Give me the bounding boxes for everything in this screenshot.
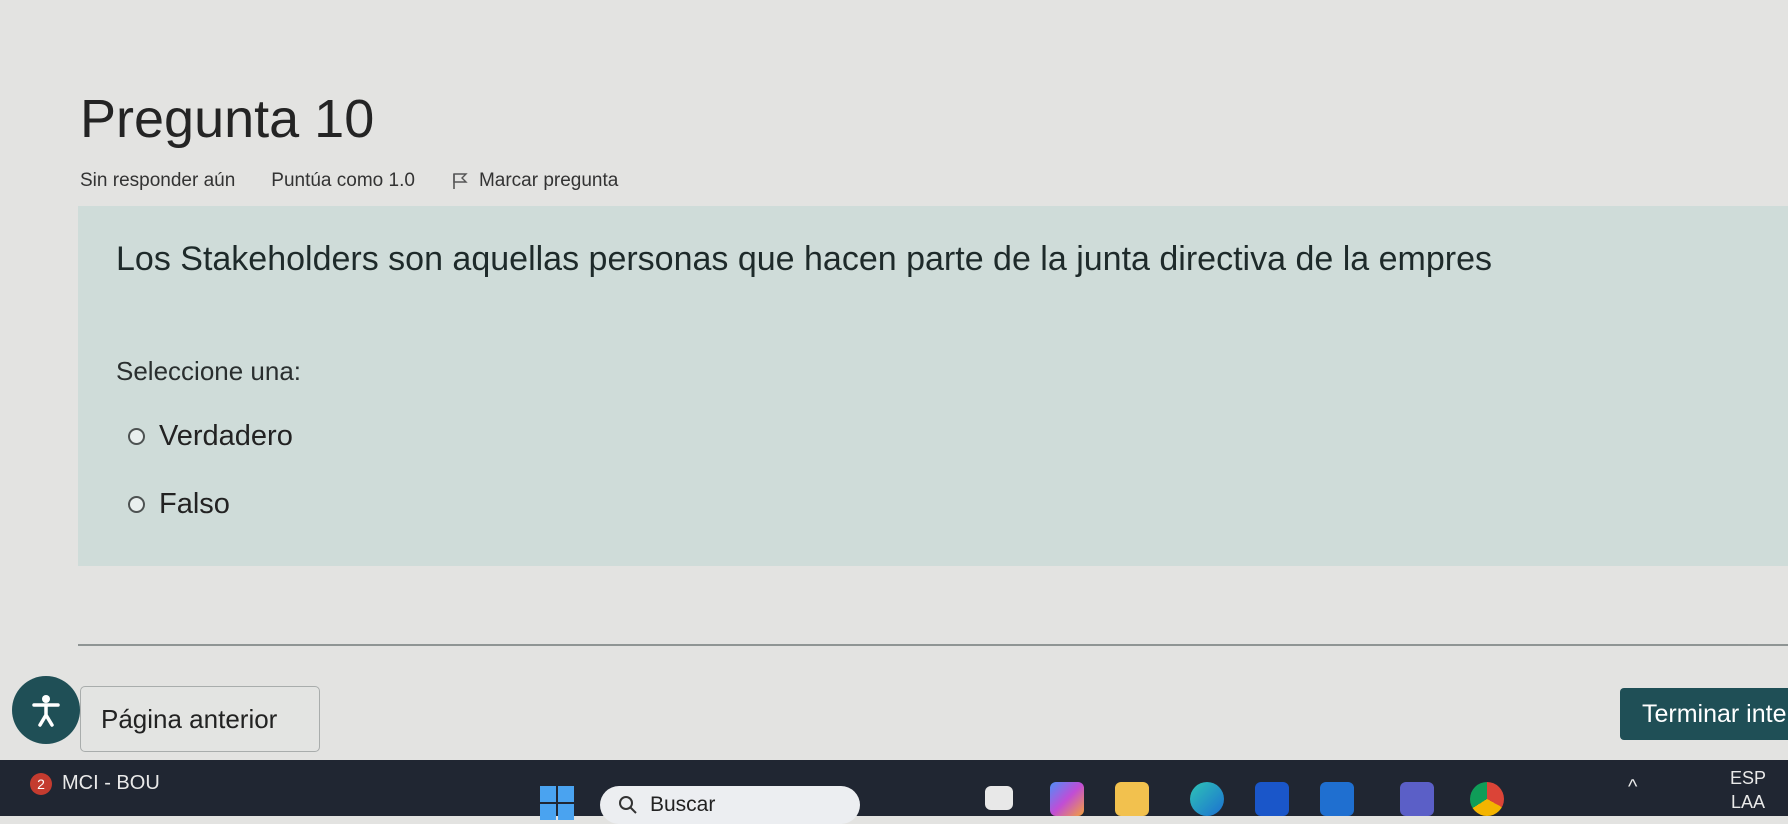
divider (78, 644, 1788, 646)
question-box: Los Stakeholders son aquellas personas q… (78, 206, 1788, 566)
taskbar-search[interactable]: Buscar (600, 786, 860, 824)
radio-falso[interactable] (128, 496, 145, 513)
option-falso-label: Falso (159, 488, 230, 520)
search-placeholder: Buscar (650, 793, 716, 816)
answer-prompt: Seleccione una: (116, 356, 302, 386)
question-text: Los Stakeholders son aquellas personas q… (116, 240, 1492, 278)
myhp-icon[interactable] (1255, 782, 1289, 816)
question-title: Pregunta 10 (80, 89, 375, 149)
taskbar: 2 MCI - BOU Buscar ^ ESP LAA (0, 760, 1788, 824)
flag-question-label: Marcar pregunta (478, 170, 619, 191)
region-code: LAA (1730, 792, 1765, 812)
option-falso[interactable]: Falso (128, 488, 230, 521)
language-code: ESP (1729, 768, 1766, 788)
file-explorer-icon[interactable] (1115, 782, 1149, 816)
radio-verdadero[interactable] (128, 428, 145, 445)
taskbar-widget[interactable]: 2 MCI - BOU (30, 772, 160, 795)
finish-attempt-button[interactable]: Terminar inten (1620, 688, 1788, 740)
teams-icon[interactable] (1400, 782, 1434, 816)
accessibility-button[interactable] (12, 676, 80, 744)
option-verdadero[interactable]: Verdadero (128, 420, 293, 453)
previous-page-button[interactable]: Página anterior (80, 686, 320, 752)
language-indicator[interactable]: ESP LAA (1730, 766, 1766, 814)
notification-badge: 2 (30, 772, 52, 795)
search-icon (619, 796, 637, 814)
question-score: Puntúa como 1.0 (271, 170, 415, 191)
edge-icon[interactable] (1190, 782, 1224, 816)
windows-start-icon[interactable] (540, 786, 574, 820)
flag-icon (453, 173, 468, 189)
accessibility-icon (32, 695, 60, 727)
question-info: Sin responder aún Puntúa como 1.0 Marcar… (80, 170, 618, 192)
flag-question-link[interactable]: Marcar pregunta (451, 170, 618, 192)
outlook-icon[interactable] (1320, 782, 1354, 816)
chevron-up-icon[interactable]: ^ (1628, 776, 1637, 799)
widget-label: MCI - BOU (62, 772, 160, 794)
chrome-icon[interactable] (1470, 782, 1504, 816)
copilot-icon[interactable] (1050, 782, 1084, 816)
question-status: Sin responder aún (80, 170, 236, 191)
task-view-icon[interactable] (985, 786, 1013, 810)
option-verdadero-label: Verdadero (159, 420, 293, 452)
